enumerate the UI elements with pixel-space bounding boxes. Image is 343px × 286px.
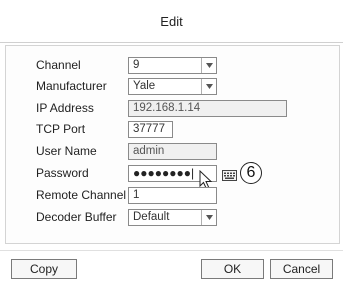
chevron-down-icon[interactable] <box>201 210 216 225</box>
remote-channel-field[interactable]: 1 <box>128 187 217 204</box>
manufacturer-select[interactable]: Yale <box>128 78 217 95</box>
password-value: ●●●●●●●●| <box>133 166 195 180</box>
ip-address-field[interactable]: 192.168.1.14 <box>128 100 287 117</box>
callout-number: 6 <box>240 162 262 184</box>
copy-button[interactable]: Copy <box>11 259 77 279</box>
chevron-down-icon[interactable] <box>201 79 216 94</box>
password-label: Password <box>36 166 89 180</box>
remote-channel-label: Remote Channel <box>36 188 127 202</box>
channel-select[interactable]: 9 <box>128 57 217 74</box>
ok-button[interactable]: OK <box>201 259 264 279</box>
tcp-port-label: TCP Port <box>36 122 86 136</box>
channel-label: Channel <box>36 58 81 72</box>
user-name-label: User Name <box>36 144 97 158</box>
edit-dialog: Edit Channel 9 Manufacturer Yale IP Addr… <box>0 0 343 286</box>
decoder-buffer-value: Default <box>133 211 170 223</box>
footer-divider <box>0 250 343 251</box>
chevron-down-icon[interactable] <box>201 58 216 73</box>
cancel-button[interactable]: Cancel <box>270 259 333 279</box>
user-name-field[interactable]: admin <box>128 143 217 160</box>
decoder-buffer-label: Decoder Buffer <box>36 210 117 224</box>
keyboard-icon[interactable] <box>222 170 237 181</box>
tcp-port-field[interactable]: 37777 <box>128 121 173 138</box>
channel-value: 9 <box>133 59 140 71</box>
manufacturer-value: Yale <box>133 80 156 92</box>
decoder-buffer-select[interactable]: Default <box>128 209 217 226</box>
ip-address-label: IP Address <box>36 101 94 115</box>
manufacturer-label: Manufacturer <box>36 79 107 93</box>
dialog-title: Edit <box>0 0 343 43</box>
